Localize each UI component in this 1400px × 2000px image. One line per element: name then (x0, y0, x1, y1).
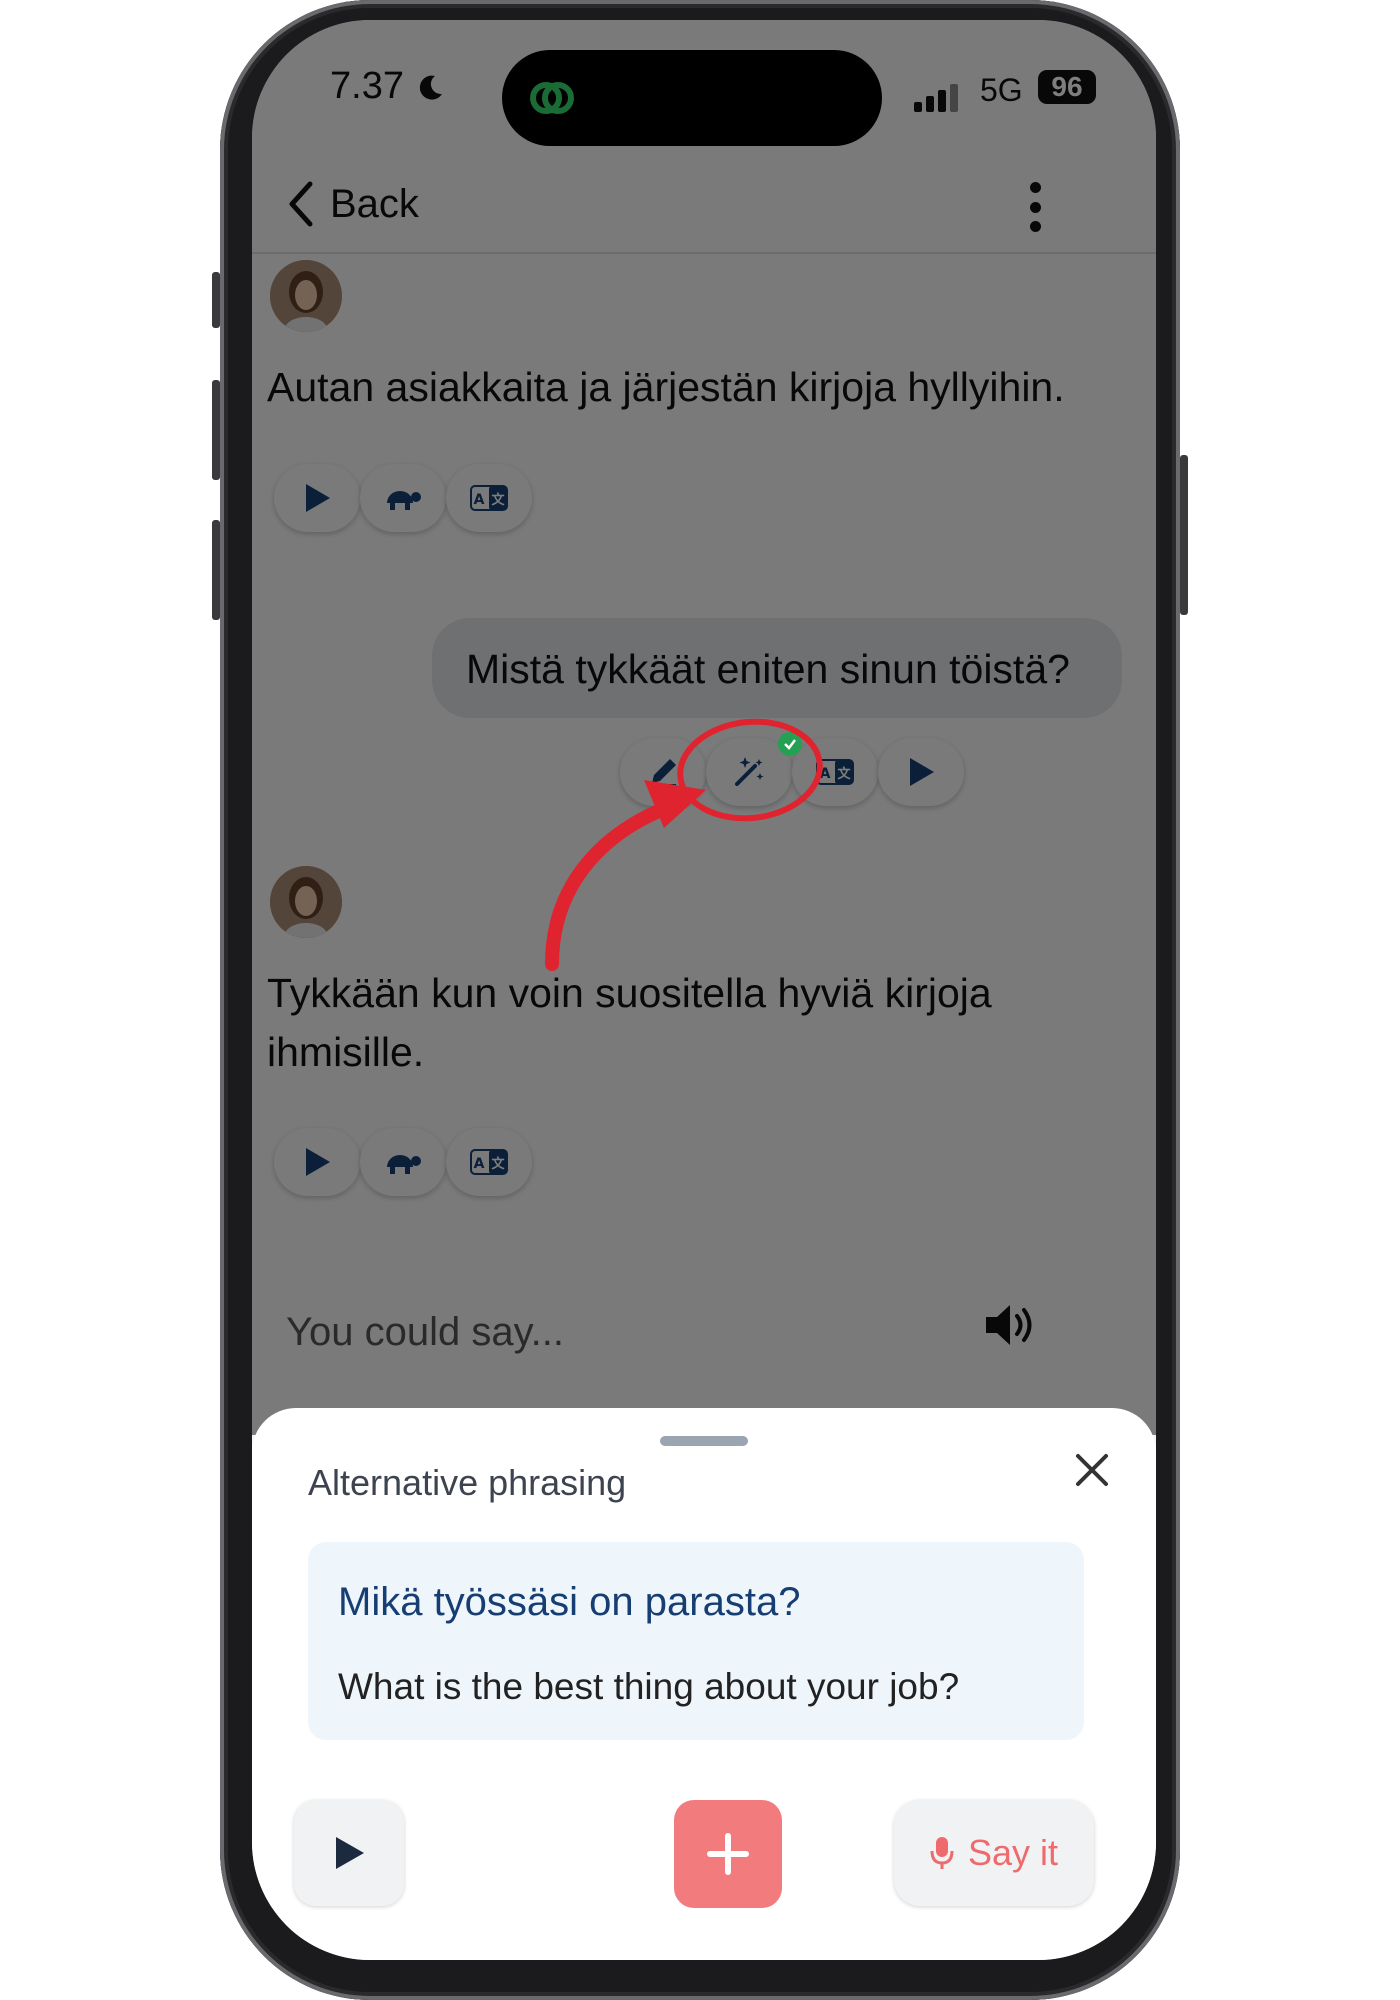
power-button (1180, 455, 1188, 615)
drag-handle[interactable] (660, 1436, 748, 1446)
alternative-english: What is the best thing about your job? (338, 1666, 960, 1707)
dim-overlay (252, 20, 1156, 1435)
close-icon[interactable] (1070, 1448, 1114, 1492)
volume-down-button (212, 520, 220, 620)
alternative-finnish: Mikä työssäsi on parasta? (338, 1580, 801, 1624)
alternative-phrasing-sheet: Alternative phrasing Mikä työssäsi on pa… (252, 1408, 1156, 1960)
alternative-card: Mikä työssäsi on parasta? What is the be… (308, 1542, 1084, 1740)
say-it-button[interactable]: Say it (894, 1800, 1094, 1906)
sheet-title: Alternative phrasing (308, 1462, 627, 1503)
microphone-icon (930, 1837, 954, 1869)
play-icon (336, 1837, 364, 1869)
plus-icon (707, 1833, 749, 1875)
app-screen: 7.37 5G 96 Back (252, 20, 1156, 1960)
add-button[interactable] (674, 1800, 782, 1908)
say-it-label: Say it (967, 1832, 1059, 1873)
play-alternative-button[interactable] (294, 1800, 404, 1906)
volume-up-button (212, 380, 220, 480)
check-icon (778, 732, 802, 756)
silent-switch (212, 272, 220, 328)
